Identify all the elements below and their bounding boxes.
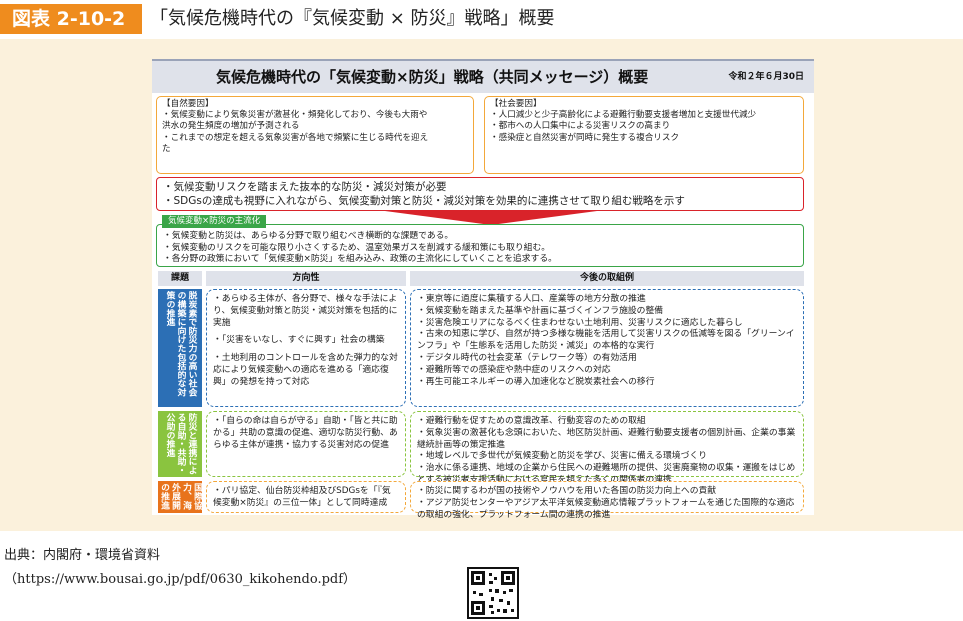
example-item: ・東京等に過度に集積する人口、産業等の地方分散の推進	[417, 294, 646, 304]
natural-factors-heading: 【自然要因】	[162, 99, 214, 109]
direction-item: ・「災害をいなし、すぐに興す」社会の構築	[213, 335, 385, 346]
key-message-line: ・SDGsの達成も視野に入れながら、気候変動対策と防災・減災対策を効果的に連携さ…	[163, 195, 685, 207]
direction-item: ・あらゆる主体が、各分野で、様々な手法により、気候変動対策と防災・減災対策を包括…	[213, 294, 398, 328]
mainstreaming-line: ・各分野の政策において「気候変動×防災」を組み込み、政策の主流化にしていくことを…	[163, 254, 557, 265]
natural-factors-line: 洪水の発生頻度の増加が予測される	[162, 121, 300, 132]
row-issue-label: 防災と連携による自助・共助・公助の推進	[158, 411, 202, 477]
example-item: ・気象災害の激甚化も念頭においた、地区防災計画、避難行動要支援者の個別計画、企業…	[417, 427, 796, 450]
example-item: ・避難所等での感染症や熱中症のリスクへの対応	[417, 364, 611, 375]
row-issue-text: 脱炭素で防災力の高い社会の構築に向けた包括的な対策の推進	[164, 291, 197, 397]
qr-code-graphic	[471, 571, 515, 615]
example-item: ・防災に関するわが国の技術やノウハウを用いた各国の防災力向上への貢献	[417, 486, 717, 496]
direction-item: ・土地利用のコントロールを含めた弾力的な対応により気候変動への適応を進める「適応…	[213, 353, 398, 387]
mainstreaming-line: ・気候変動のリスクを可能な限り小さくするため、温室効果ガスを削減する緩和策にも取…	[163, 242, 551, 253]
column-header-direction: 方向性	[206, 271, 406, 286]
row-issue-text: 防災と連携による自助・共助・公助の推進	[164, 413, 197, 475]
column-header-examples: 今後の取組例	[410, 271, 804, 286]
mainstreaming-line: ・気候変動と防災は、あらゆる分野で取り組むべき横断的な課題である。	[163, 231, 454, 241]
row-direction-box: ・「自らの命は自らが守る」自助・「皆と共に助かる」共助の意識の促進、適切な防災行…	[206, 411, 406, 477]
row-examples-box: ・避難行動を促すための意識改革、行動変容のための取組 ・気象災害の激甚化も念頭に…	[410, 411, 804, 485]
row-issue-label: 脱炭素で防災力の高い社会の構築に向けた包括的な対策の推進	[158, 289, 202, 407]
social-factors-line: ・都市への人口集中による災害リスクの高まり	[490, 121, 671, 132]
source-label: 出典：内閣府・環境省資料	[4, 548, 161, 563]
down-arrow-icon	[385, 211, 597, 225]
source-url[interactable]: （https://www.bousai.go.jp/pdf/0630_kikoh…	[4, 568, 356, 587]
row-issue-label: 国際協力、海外展開の推進	[158, 481, 202, 513]
row-examples-box: ・東京等に過度に集積する人口、産業等の地方分散の推進 ・気候変動を踏まえた基準や…	[410, 289, 804, 407]
social-factors-box: 【社会要因】 ・人口減少と少子高齢化による避難行動要支援者増加と支援世代減少 ・…	[484, 96, 804, 174]
mainstreaming-tag: 気候変動×防災の主流化	[162, 215, 267, 228]
example-item: ・デジタル時代の社会変革（テレワーク等）の有効活用	[417, 352, 637, 363]
example-item: ・アジア防災センターやアジア太平洋気候変動適応情報プラットフォームを通じた国際的…	[417, 497, 795, 520]
row-direction-box: ・あらゆる主体が、各分野で、様々な手法により、気候変動対策と防災・減災対策を包括…	[206, 289, 406, 407]
direction-item: ・パリ協定、仙台防災枠組及びSDGsを「『気候変動×防災』の三位一体」として同時…	[213, 486, 391, 508]
example-item: ・再生可能エネルギーの導入加速化など脱炭素社会への移行	[417, 376, 655, 387]
strategy-overview-card: 気候危機時代の「気候変動×防災」戦略（共同メッセージ）概要 令和２年６月30日 …	[152, 59, 814, 520]
natural-factors-line: ・これまでの想定を超える気象災害が各地で頻繁に生じる時代を迎え	[162, 132, 429, 143]
social-factors-line: ・感染症と自然災害が同時に発生する複合リスク	[490, 132, 680, 143]
natural-factors-line: た	[162, 143, 171, 154]
figure-panel: 気候危機時代の「気候変動×防災」戦略（共同メッセージ）概要 令和２年６月30日 …	[0, 39, 963, 531]
social-factors-line: ・人口減少と少子高齢化による避難行動要支援者増加と支援世代減少	[490, 110, 757, 121]
row-examples-box: ・防災に関するわが国の技術やノウハウを用いた各国の防災力向上への貢献 ・アジア防…	[410, 481, 804, 520]
social-factors-heading: 【社会要因】	[490, 99, 542, 109]
card-title-bar: 気候危機時代の「気候変動×防災」戦略（共同メッセージ）概要 令和２年６月30日	[152, 59, 814, 93]
direction-item: ・「自らの命は自らが守る」自助・「皆と共に助かる」共助の意識の促進、適切な防災行…	[213, 416, 398, 450]
example-item: ・地域レベルで多世代が気候変動と防災を学び、災害に備える環境づくり	[417, 451, 708, 462]
row-issue-text: 国際協力、海外展開の推進	[159, 483, 202, 510]
natural-factors-box: 【自然要因】 ・気候変動により気象災害が激甚化・頻発化しており、今後も大雨や 洪…	[156, 96, 474, 174]
example-item: ・避難行動を促すための意識改革、行動変容のための取組	[417, 416, 646, 426]
example-item: ・古来の知恵に学び、自然が持つ多様な機能を活用して災害リスクの低減等を図る「グリ…	[417, 329, 795, 352]
natural-factors-line: ・気候変動により気象災害が激甚化・頻発化しており、今後も大雨や	[162, 110, 428, 121]
figure-title: 「気候危機時代の『気候変動 × 防災』戦略」概要	[150, 8, 555, 29]
card-date: 令和２年６月30日	[728, 72, 804, 82]
qr-code-icon[interactable]	[467, 567, 519, 619]
example-item: ・気候変動を踏まえた基準や計画に基づくインフラ施設の整備	[417, 305, 664, 316]
example-item: ・災害危険エリアになるべく住まわせない土地利用、災害リスクに適応した暮らし	[417, 317, 743, 328]
mainstreaming-box: ・気候変動と防災は、あらゆる分野で取り組むべき横断的な課題である。 ・気候変動の…	[156, 224, 804, 267]
card-title: 気候危機時代の「気候変動×防災」戦略（共同メッセージ）概要	[216, 68, 649, 86]
key-message-line: ・気候変動リスクを踏まえた抜本的な防災・減災対策が必要	[163, 181, 447, 193]
row-direction-box: ・パリ協定、仙台防災枠組及びSDGsを「『気候変動×防災』の三位一体」として同時…	[206, 481, 406, 513]
key-message-box: ・気候変動リスクを踏まえた抜本的な防災・減災対策が必要 ・SDGsの達成も視野に…	[156, 177, 804, 211]
column-header-issue: 課題	[158, 271, 202, 286]
figure-number-badge: 図表 2-10-2	[0, 4, 142, 34]
